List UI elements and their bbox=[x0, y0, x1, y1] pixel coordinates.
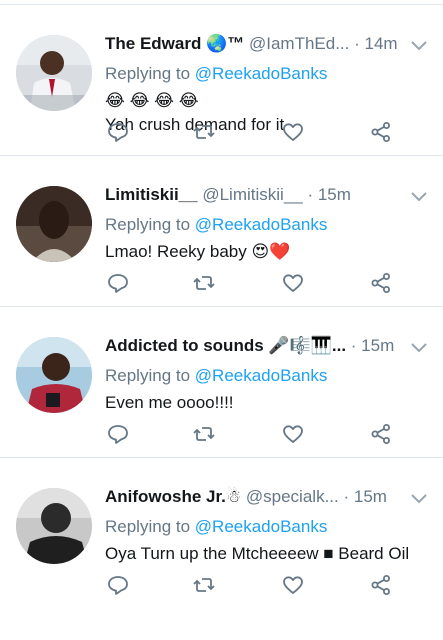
avatar-image bbox=[16, 186, 92, 262]
reply-mention-link[interactable]: @ReekadoBanks bbox=[195, 64, 328, 83]
tweet-1[interactable]: The Edward 🌏™ @IamThEd... · 14m Replying… bbox=[0, 5, 443, 156]
tweet-actions bbox=[105, 119, 405, 145]
author-handle[interactable]: @specialk... bbox=[246, 487, 339, 506]
tweet-text: Even me oooo!!!! bbox=[105, 391, 435, 415]
author-handle[interactable]: @Limitiskii__ bbox=[202, 185, 302, 204]
like-icon bbox=[283, 425, 303, 443]
author-name[interactable]: Addicted to sounds 🎤🎼🎹... bbox=[105, 336, 346, 355]
retweet-icon bbox=[193, 125, 215, 139]
share-icon bbox=[371, 575, 390, 595]
tweet-3[interactable]: Addicted to sounds 🎤🎼🎹... · 15m Replying… bbox=[0, 307, 443, 458]
tweet-actions bbox=[105, 572, 405, 598]
author-name[interactable]: Limitiskii__ bbox=[105, 185, 198, 204]
tweet-header: The Edward 🌏™ @IamThEd... · 14m bbox=[105, 33, 405, 55]
replying-to-label: Replying to bbox=[105, 366, 195, 385]
reply-button[interactable] bbox=[105, 572, 131, 598]
avatar-image bbox=[16, 337, 92, 413]
replying-to: Replying to @ReekadoBanks bbox=[105, 516, 327, 538]
author-name[interactable]: Anifowoshe Jr.☃ bbox=[105, 487, 241, 506]
author-name[interactable]: The Edward 🌏™ bbox=[105, 34, 244, 53]
tweet-2[interactable]: Limitiskii__ @Limitiskii__ · 15m Replyin… bbox=[0, 156, 443, 307]
caret-down-icon[interactable] bbox=[411, 41, 427, 51]
reply-icon bbox=[108, 425, 128, 444]
reply-mention-link[interactable]: @ReekadoBanks bbox=[195, 517, 328, 536]
retweet-icon bbox=[193, 578, 215, 592]
share-icon bbox=[371, 273, 390, 293]
tweet-actions bbox=[105, 270, 405, 296]
avatar[interactable] bbox=[16, 186, 92, 262]
tweet-actions bbox=[105, 421, 405, 447]
tweet-text-line: Even me oooo!!!! bbox=[105, 393, 234, 412]
tweet-text-line: Oya Turn up the Mtcheeeew ■ Beard Oil bbox=[105, 544, 410, 563]
share-button[interactable] bbox=[368, 421, 394, 447]
author-handle[interactable]: @IamThEd... bbox=[249, 34, 349, 53]
replying-to: Replying to @ReekadoBanks bbox=[105, 365, 327, 387]
tweet-time[interactable]: · 15m bbox=[343, 487, 386, 506]
avatar-image bbox=[16, 488, 92, 564]
replying-to-label: Replying to bbox=[105, 64, 195, 83]
avatar[interactable] bbox=[16, 337, 92, 413]
tweet-header: Anifowoshe Jr.☃ @specialk... · 15m bbox=[105, 486, 405, 508]
share-button[interactable] bbox=[368, 572, 394, 598]
caret-down-icon[interactable] bbox=[411, 343, 427, 353]
tweet-time[interactable]: · 14m bbox=[354, 34, 397, 53]
reply-mention-link[interactable]: @ReekadoBanks bbox=[195, 215, 328, 234]
like-icon bbox=[283, 123, 303, 141]
reply-mention-link[interactable]: @ReekadoBanks bbox=[195, 366, 328, 385]
retweet-button[interactable] bbox=[191, 421, 217, 447]
retweet-icon bbox=[193, 276, 215, 290]
reply-button[interactable] bbox=[105, 421, 131, 447]
avatar[interactable] bbox=[16, 35, 92, 111]
tweet-time[interactable]: · 15m bbox=[351, 336, 394, 355]
reply-button[interactable] bbox=[105, 270, 131, 296]
caret-down-icon[interactable] bbox=[411, 192, 427, 202]
caret-down-icon[interactable] bbox=[411, 494, 427, 504]
replying-to: Replying to @ReekadoBanks bbox=[105, 214, 327, 236]
share-icon bbox=[371, 122, 390, 142]
tweet-text-line: 😂 😂 😂 😂 bbox=[105, 91, 199, 110]
tweet-text: Lmao! Reeky baby 😍❤️ bbox=[105, 240, 435, 264]
reply-icon bbox=[108, 274, 128, 293]
retweet-button[interactable] bbox=[191, 572, 217, 598]
like-icon bbox=[283, 576, 303, 594]
tweet-text: Oya Turn up the Mtcheeeew ■ Beard Oil bbox=[105, 542, 435, 566]
replying-to-label: Replying to bbox=[105, 517, 195, 536]
tweet-time[interactable]: · 15m bbox=[307, 185, 350, 204]
replying-to-label: Replying to bbox=[105, 215, 195, 234]
avatar-image bbox=[16, 35, 92, 111]
share-button[interactable] bbox=[368, 119, 394, 145]
reply-button[interactable] bbox=[105, 119, 131, 145]
retweet-button[interactable] bbox=[191, 119, 217, 145]
tweet-header: Addicted to sounds 🎤🎼🎹... · 15m bbox=[105, 335, 405, 357]
reply-icon bbox=[108, 123, 128, 142]
share-icon bbox=[371, 424, 390, 444]
retweet-icon bbox=[193, 427, 215, 441]
like-button[interactable] bbox=[280, 270, 306, 296]
tweet-4[interactable]: Anifowoshe Jr.☃ @specialk... · 15m Reply… bbox=[0, 458, 443, 609]
like-button[interactable] bbox=[280, 572, 306, 598]
avatar[interactable] bbox=[16, 488, 92, 564]
tweet-header: Limitiskii__ @Limitiskii__ · 15m bbox=[105, 184, 405, 206]
replying-to: Replying to @ReekadoBanks bbox=[105, 63, 327, 85]
like-button[interactable] bbox=[280, 119, 306, 145]
like-button[interactable] bbox=[280, 421, 306, 447]
reply-icon bbox=[108, 576, 128, 595]
like-icon bbox=[283, 274, 303, 292]
share-button[interactable] bbox=[368, 270, 394, 296]
tweet-text-line: Lmao! Reeky baby 😍❤️ bbox=[105, 242, 291, 261]
retweet-button[interactable] bbox=[191, 270, 217, 296]
